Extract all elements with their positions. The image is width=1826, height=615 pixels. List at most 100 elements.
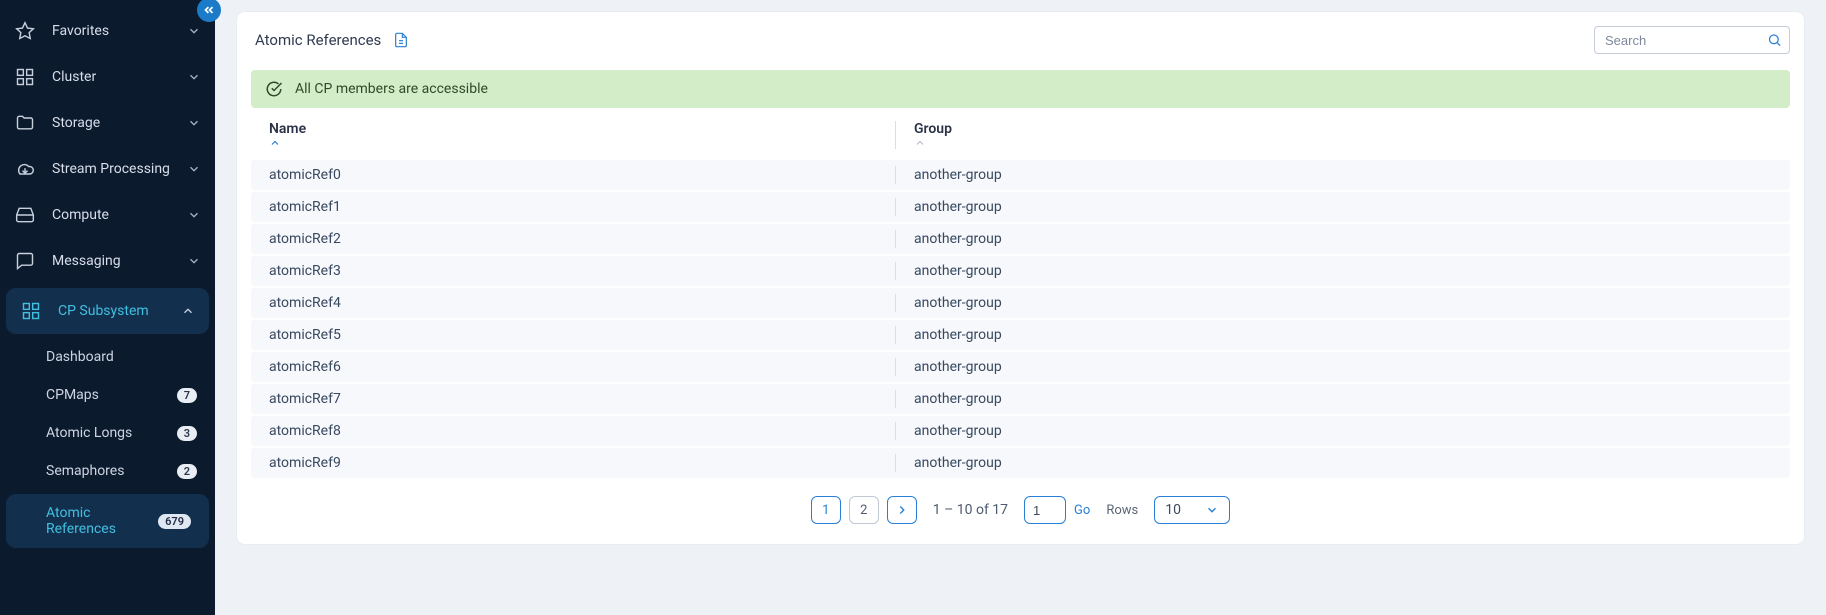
sort-icon [914, 137, 1772, 149]
count-badge: 7 [177, 388, 197, 403]
count-badge: 2 [177, 464, 197, 479]
drive-icon [14, 204, 36, 226]
count-badge: 3 [177, 426, 197, 441]
cell-group: another-group [896, 352, 1790, 382]
count-badge: 679 [158, 514, 191, 529]
table-row[interactable]: atomicRef8another-group [251, 416, 1790, 446]
check-circle-icon [265, 80, 283, 98]
cell-group: another-group [896, 256, 1790, 286]
cell-group: another-group [896, 224, 1790, 254]
table-row[interactable]: atomicRef9another-group [251, 448, 1790, 478]
table-row[interactable]: atomicRef0another-group [251, 160, 1790, 190]
status-banner: All CP members are accessible [251, 70, 1790, 108]
sidebar-item-label: CP Subsystem [58, 303, 165, 319]
sidebar-item-cp-subsystem[interactable]: CP Subsystem [6, 288, 209, 334]
subnav-label: Semaphores [46, 463, 177, 479]
table-row[interactable]: atomicRef1another-group [251, 192, 1790, 222]
column-label: Group [914, 121, 952, 137]
sidebar-item-stream-processing[interactable]: Stream Processing [0, 146, 215, 192]
cp-subsystem-subnav: Dashboard CPMaps 7 Atomic Longs 3 Semaph… [0, 338, 215, 548]
chevron-down-icon [187, 162, 201, 176]
message-icon [14, 250, 36, 272]
pagination: 1 2 1 – 10 of 17 Go Rows 10 [251, 496, 1790, 524]
subnav-label: Atomic References [46, 505, 158, 537]
cell-name: atomicRef7 [251, 384, 896, 414]
rows-value: 10 [1165, 502, 1181, 518]
table-row[interactable]: atomicRef5another-group [251, 320, 1790, 350]
column-label: Name [269, 121, 306, 137]
sidebar-item-label: Messaging [52, 253, 171, 269]
sort-asc-icon [269, 137, 878, 149]
sidebar-item-label: Stream Processing [52, 161, 171, 177]
rows-per-page-select[interactable]: 10 [1154, 496, 1230, 524]
next-page-button[interactable] [887, 496, 917, 524]
sidebar-item-label: Cluster [52, 69, 171, 85]
data-table: Name Group atomicRef0another-groupatomic… [251, 110, 1790, 480]
chevron-up-icon [181, 304, 195, 318]
column-header-group[interactable]: Group [896, 112, 1790, 158]
document-icon[interactable] [393, 32, 409, 48]
table-row[interactable]: atomicRef3another-group [251, 256, 1790, 286]
cell-group: another-group [896, 320, 1790, 350]
cell-name: atomicRef6 [251, 352, 896, 382]
search-icon[interactable] [1767, 33, 1782, 48]
page-range-text: 1 – 10 of 17 [933, 502, 1008, 518]
main-content: Atomic References All CP members are acc… [215, 0, 1826, 615]
subnav-semaphores[interactable]: Semaphores 2 [0, 452, 215, 490]
cell-group: another-group [896, 288, 1790, 318]
chevron-down-icon [187, 208, 201, 222]
goto-page-button[interactable]: Go [1074, 503, 1090, 518]
cell-group: another-group [896, 192, 1790, 222]
subnav-cpmaps[interactable]: CPMaps 7 [0, 376, 215, 414]
page-1-button[interactable]: 1 [811, 496, 841, 524]
page-2-button[interactable]: 2 [849, 496, 879, 524]
cloud-download-icon [14, 158, 36, 180]
cell-group: another-group [896, 384, 1790, 414]
table-row[interactable]: atomicRef2another-group [251, 224, 1790, 254]
sidebar-item-label: Storage [52, 115, 171, 131]
cell-name: atomicRef3 [251, 256, 896, 286]
chevron-down-icon [187, 254, 201, 268]
rows-label: Rows [1106, 503, 1138, 518]
table-row[interactable]: atomicRef6another-group [251, 352, 1790, 382]
dashboard-icon [20, 300, 42, 322]
cell-group: another-group [896, 448, 1790, 478]
star-icon [14, 20, 36, 42]
cell-name: atomicRef1 [251, 192, 896, 222]
sidebar-item-storage[interactable]: Storage [0, 100, 215, 146]
column-header-name[interactable]: Name [251, 112, 896, 158]
sidebar-item-compute[interactable]: Compute [0, 192, 215, 238]
cell-name: atomicRef2 [251, 224, 896, 254]
chevron-down-icon [187, 116, 201, 130]
cell-name: atomicRef0 [251, 160, 896, 190]
sidebar-item-cluster[interactable]: Cluster [0, 54, 215, 100]
chevron-down-icon [1205, 503, 1219, 517]
sidebar-item-favorites[interactable]: Favorites [0, 8, 215, 54]
status-text: All CP members are accessible [295, 81, 488, 97]
sidebar-item-label: Favorites [52, 23, 171, 39]
search-input[interactable] [1594, 26, 1790, 54]
sidebar-item-label: Compute [52, 207, 171, 223]
cell-group: another-group [896, 160, 1790, 190]
subnav-label: Dashboard [46, 349, 197, 365]
content-panel: Atomic References All CP members are acc… [237, 12, 1804, 544]
table-row[interactable]: atomicRef4another-group [251, 288, 1790, 318]
panel-header: Atomic References [255, 26, 1790, 54]
cell-name: atomicRef5 [251, 320, 896, 350]
subnav-atomic-longs[interactable]: Atomic Longs 3 [0, 414, 215, 452]
grid-icon [14, 66, 36, 88]
table-row[interactable]: atomicRef7another-group [251, 384, 1790, 414]
sidebar: Favorites Cluster Storage Stream Process… [0, 0, 215, 615]
sidebar-item-messaging[interactable]: Messaging [0, 238, 215, 284]
folder-icon [14, 112, 36, 134]
subnav-dashboard[interactable]: Dashboard [0, 338, 215, 376]
search-container [1594, 26, 1790, 54]
page-title: Atomic References [255, 31, 381, 49]
subnav-label: Atomic Longs [46, 425, 177, 441]
chevron-down-icon [187, 24, 201, 38]
subnav-atomic-references[interactable]: Atomic References 679 [6, 494, 209, 548]
goto-page-input[interactable] [1024, 496, 1066, 524]
cell-name: atomicRef9 [251, 448, 896, 478]
chevron-down-icon [187, 70, 201, 84]
cell-name: atomicRef8 [251, 416, 896, 446]
